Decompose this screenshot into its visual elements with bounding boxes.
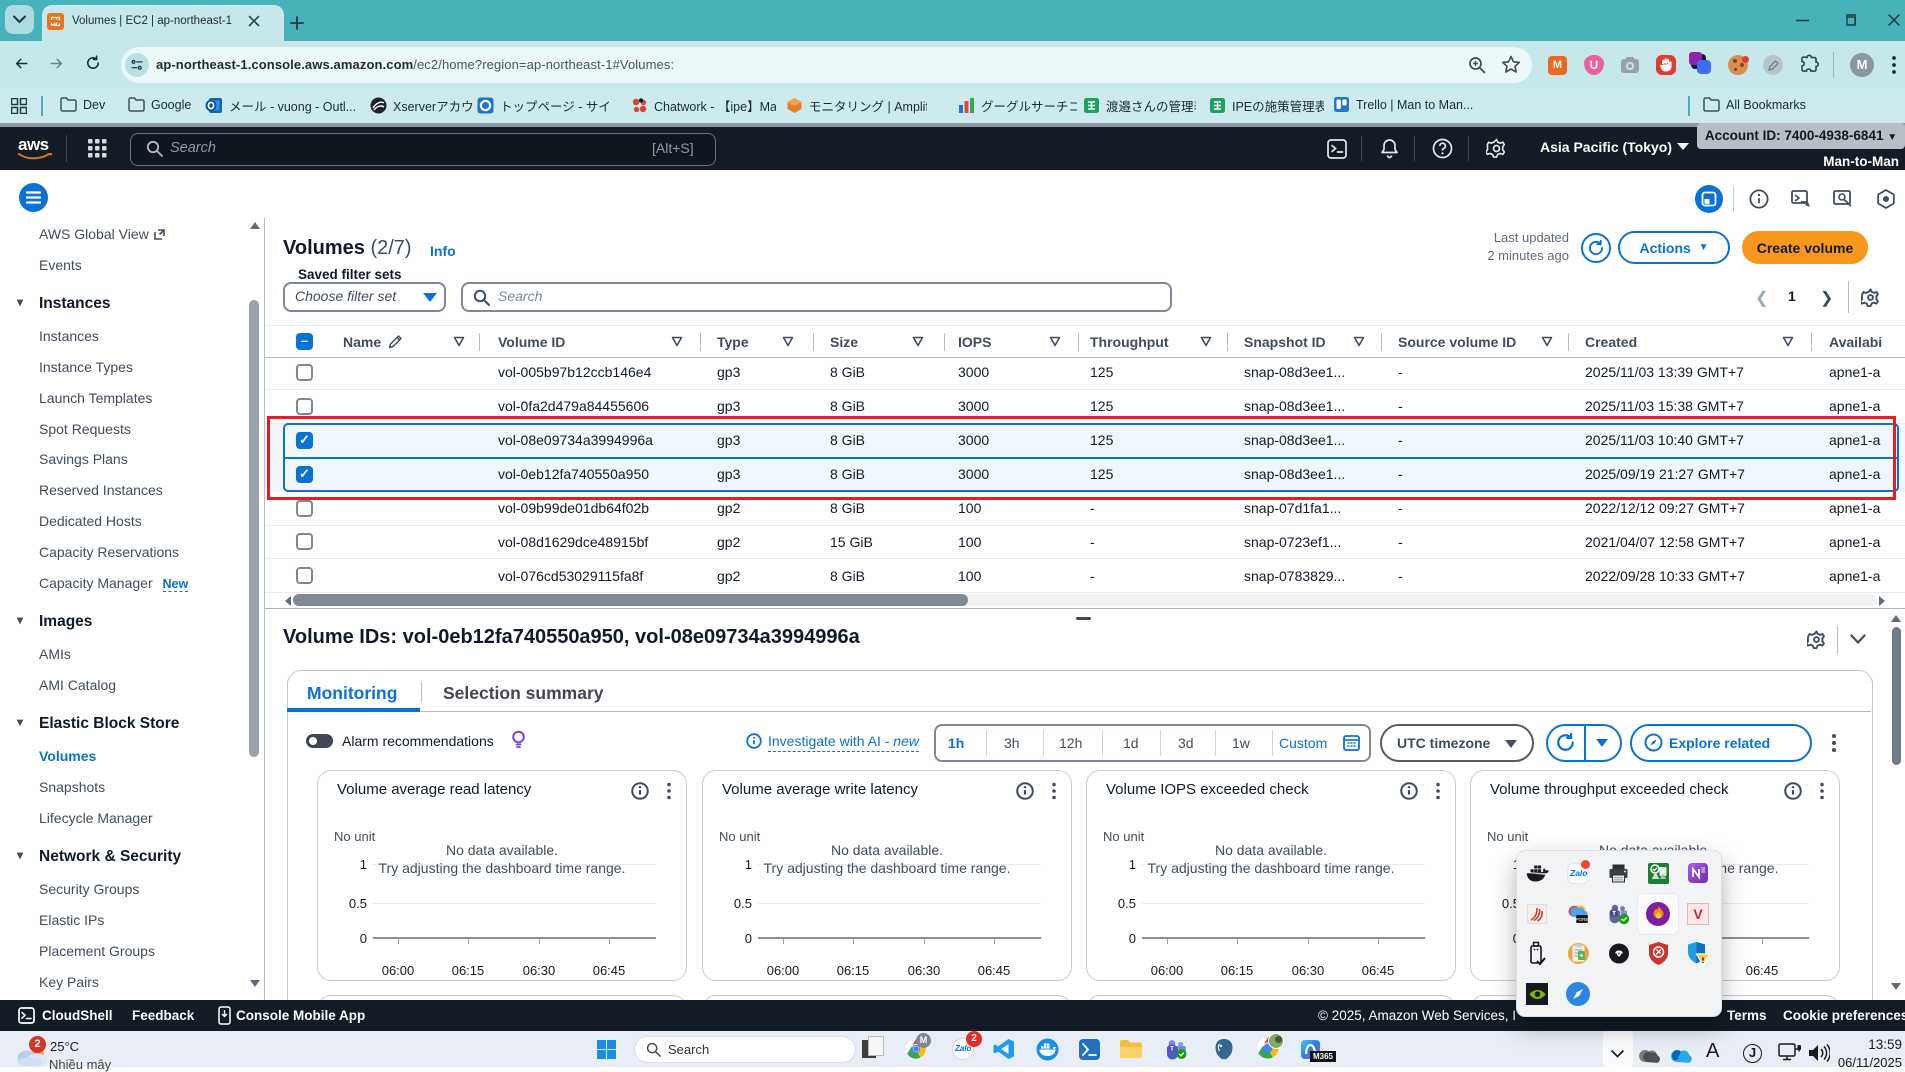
svg-text:PORB: PORB [1576, 917, 1589, 922]
